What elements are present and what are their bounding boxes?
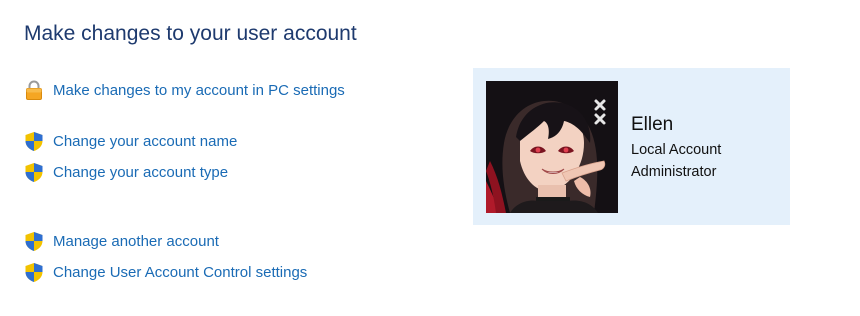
link-label: Make changes to my account in PC setting…	[53, 81, 345, 99]
account-name: Ellen	[631, 114, 674, 135]
page-title: Make changes to your user account	[24, 22, 357, 45]
change-account-name-link[interactable]: Change your account name	[24, 130, 237, 152]
user-avatar	[486, 81, 618, 213]
account-card: Ellen Local Account Administrator	[473, 68, 790, 225]
change-account-type-link[interactable]: Change your account type	[24, 161, 228, 183]
account-role: Administrator	[631, 164, 717, 180]
link-label: Change User Account Control settings	[53, 263, 308, 281]
manage-another-account-link[interactable]: Manage another account	[24, 230, 219, 252]
account-type: Local Account	[631, 142, 722, 158]
link-label: Manage another account	[53, 232, 219, 250]
uac-shield-icon	[24, 262, 44, 282]
lock-icon	[24, 80, 44, 100]
link-label: Change your account name	[53, 132, 238, 150]
uac-shield-icon	[24, 131, 44, 151]
pc-settings-link[interactable]: Make changes to my account in PC setting…	[24, 79, 345, 101]
uac-shield-icon	[24, 162, 44, 182]
link-label: Change your account type	[53, 163, 229, 181]
uac-settings-link[interactable]: Change User Account Control settings	[24, 261, 307, 283]
avatar-portrait-image	[486, 81, 618, 213]
uac-shield-icon	[24, 231, 44, 251]
